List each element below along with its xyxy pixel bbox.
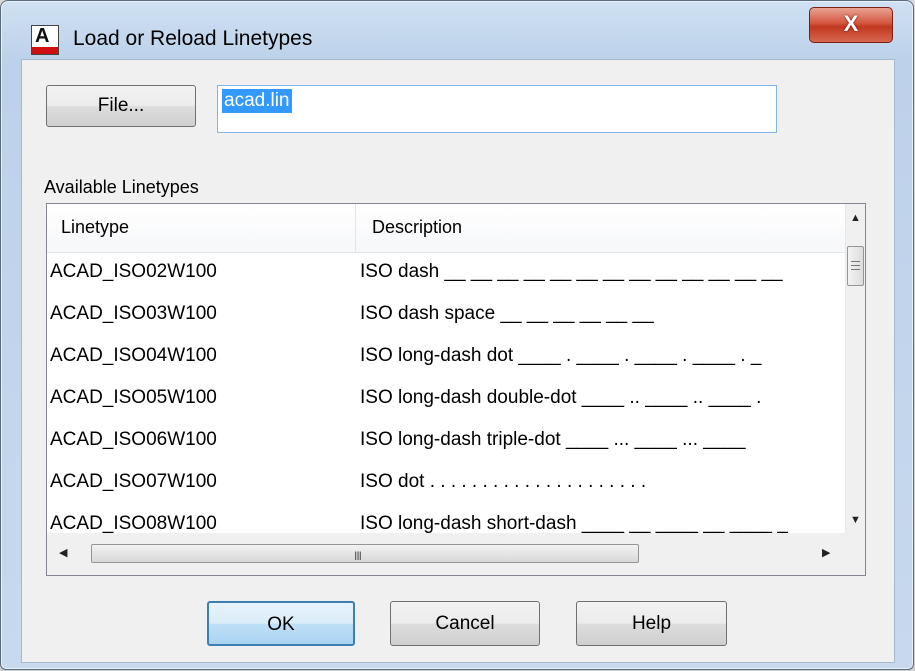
scroll-corner: [846, 533, 865, 575]
close-icon: X: [843, 11, 859, 36]
linetype-name: ACAD_ISO03W100: [50, 303, 217, 324]
linetype-name: ACAD_ISO06W100: [50, 429, 217, 450]
linetype-name: ACAD_ISO05W100: [50, 387, 217, 408]
scroll-down-icon[interactable]: ▼: [850, 514, 861, 526]
horizontal-scrollbar[interactable]: ◀ III ▶: [47, 533, 847, 575]
file-name-selected-text: acad.lin: [222, 89, 292, 113]
thumb-grip-line: [851, 265, 860, 266]
ok-button-label: OK: [267, 614, 295, 635]
linetype-name: ACAD_ISO04W100: [50, 345, 217, 366]
ok-button[interactable]: OK: [207, 601, 355, 646]
thumb-grip-line: [851, 269, 860, 270]
linetype-description: ISO long-dash triple-dot ____ ... ____ .…: [360, 429, 746, 450]
list-item[interactable]: ACAD_ISO06W100 ISO long-dash triple-dot …: [47, 420, 847, 462]
thumb-grip-line: [851, 261, 860, 262]
linetype-description: ISO long-dash dot ____ . ____ . ____ . _…: [360, 345, 762, 366]
list-item[interactable]: ACAD_ISO02W100 ISO dash __ __ __ __ __ _…: [47, 252, 847, 294]
file-button[interactable]: File...: [46, 85, 196, 127]
linetype-description: ISO long-dash short-dash ____ __ ____ __…: [360, 513, 788, 534]
available-linetypes-label: Available Linetypes: [44, 177, 199, 197]
close-button[interactable]: X: [809, 7, 893, 43]
list-item[interactable]: ACAD_ISO04W100 ISO long-dash dot ____ . …: [47, 336, 847, 378]
cancel-button[interactable]: Cancel: [390, 601, 540, 646]
thumb-grip-icon: III: [354, 549, 362, 563]
linetype-name: ACAD_ISO07W100: [50, 471, 217, 492]
horizontal-scroll-thumb[interactable]: III: [91, 544, 639, 563]
file-name-input[interactable]: acad.lin: [217, 85, 777, 133]
dialog-title: Load or Reload Linetypes: [73, 27, 313, 50]
linetype-description: ISO dot . . . . . . . . . . . . . . . . …: [360, 471, 647, 492]
linetype-name: ACAD_ISO08W100: [50, 513, 217, 534]
linetypes-list[interactable]: Linetype Description ACAD_ISO02W100 ISO …: [46, 203, 866, 576]
scroll-up-icon[interactable]: ▲: [850, 212, 861, 224]
linetype-name: ACAD_ISO02W100: [50, 261, 217, 282]
file-button-label: File...: [97, 95, 145, 116]
column-header-linetype[interactable]: Linetype: [61, 217, 129, 238]
column-separator[interactable]: [355, 204, 356, 252]
autocad-app-icon: A: [31, 25, 59, 55]
help-button-label: Help: [631, 613, 672, 634]
list-item[interactable]: ACAD_ISO07W100 ISO dot . . . . . . . . .…: [47, 462, 847, 504]
dialog-client-area: File... acad.lin Available Linetypes Lin…: [21, 59, 895, 663]
list-header: Linetype Description: [47, 204, 847, 253]
load-linetypes-dialog: A Load or Reload Linetypes X File... aca…: [0, 0, 914, 670]
scroll-left-icon[interactable]: ◀: [59, 546, 67, 559]
list-rows: ACAD_ISO02W100 ISO dash __ __ __ __ __ _…: [47, 252, 847, 546]
cancel-button-label: Cancel: [435, 613, 495, 634]
app-icon-red-bar: [32, 47, 58, 54]
linetype-description: ISO long-dash double-dot ____ .. ____ ..…: [360, 387, 762, 408]
scroll-right-icon[interactable]: ▶: [822, 546, 830, 559]
help-button[interactable]: Help: [576, 601, 727, 646]
list-item[interactable]: ACAD_ISO05W100 ISO long-dash double-dot …: [47, 378, 847, 420]
linetype-description: ISO dash space __ __ __ __ __ __: [360, 303, 654, 324]
column-header-description[interactable]: Description: [372, 217, 462, 238]
list-item[interactable]: ACAD_ISO03W100 ISO dash space __ __ __ _…: [47, 294, 847, 336]
vertical-scroll-thumb[interactable]: [847, 246, 864, 286]
app-icon-letter: A: [35, 25, 50, 47]
linetype-description: ISO dash __ __ __ __ __ __ __ __ __ __ _…: [360, 261, 783, 282]
vertical-scrollbar[interactable]: ▲ ▼: [845, 204, 865, 534]
